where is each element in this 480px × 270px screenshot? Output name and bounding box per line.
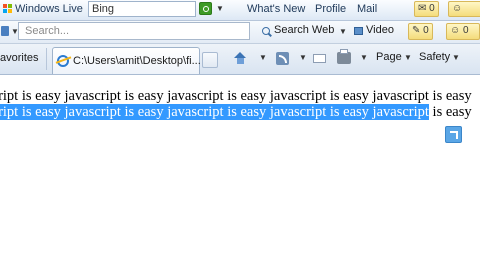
text-line-2: script is easy javascript is easy javasc…	[0, 104, 472, 121]
bing-search-input[interactable]: Bing	[88, 1, 196, 17]
accelerator-icon[interactable]	[445, 126, 462, 143]
chevron-down-icon[interactable]: ▼	[360, 53, 368, 62]
highlight-count: 0	[423, 25, 429, 36]
windows-live-logo-icon	[3, 4, 13, 15]
chevron-down-icon[interactable]: ▼	[452, 53, 460, 62]
mail-icon[interactable]	[313, 54, 326, 63]
toolbar-icon[interactable]	[1, 26, 9, 36]
search-go-button[interactable]	[199, 2, 212, 15]
page-menu-button[interactable]: Page	[376, 51, 402, 63]
video-icon[interactable]	[354, 27, 363, 35]
chevron-down-icon[interactable]: ▼	[259, 53, 267, 62]
text-line-1: script is easy javascript is easy javasc…	[0, 88, 472, 104]
profile-link[interactable]: Profile	[315, 3, 346, 15]
favorites-button[interactable]: avorites	[0, 52, 39, 64]
video-button[interactable]: Video	[366, 24, 394, 36]
messenger-badge[interactable]: ✉ 0	[414, 1, 439, 17]
selected-text[interactable]: script is easy javascript is easy javasc…	[0, 104, 429, 120]
feeds-icon[interactable]	[276, 52, 289, 65]
command-bar: avorites C:\Users\amit\Desktop\fi... ▼ ▼…	[0, 44, 480, 75]
new-tab-button[interactable]	[202, 52, 218, 68]
search-input[interactable]: Search...	[18, 22, 250, 40]
contacts-badge-2[interactable]: ☺ 0	[446, 23, 480, 40]
windows-live-title[interactable]: Windows Live	[15, 3, 83, 15]
home-icon[interactable]	[234, 52, 247, 64]
messenger-count: 0	[429, 3, 435, 14]
safety-menu-button[interactable]: Safety	[419, 51, 450, 63]
search-placeholder: Search...	[25, 25, 70, 37]
search-icon[interactable]	[262, 27, 270, 35]
chevron-down-icon[interactable]: ▼	[404, 53, 412, 62]
contacts-count: 0	[463, 25, 469, 36]
search-toolbar: ▼ Search... Search Web ▼ Video ✎ 0 ☺ 0	[0, 21, 480, 44]
windows-live-toolbar: Windows Live Bing ▼ What's New Profile M…	[0, 0, 480, 21]
bing-search-value: Bing	[92, 3, 115, 15]
mail-link[interactable]: Mail	[357, 3, 377, 15]
chevron-down-icon[interactable]: ▼	[299, 53, 307, 62]
page-content: script is easy javascript is easy javasc…	[0, 75, 480, 270]
contacts-badge[interactable]: ☺	[448, 1, 480, 17]
chevron-down-icon[interactable]: ▼	[339, 27, 347, 36]
whats-new-link[interactable]: What's New	[247, 3, 305, 15]
highlight-badge[interactable]: ✎ 0	[408, 23, 433, 40]
search-web-button[interactable]: Search Web	[274, 24, 334, 36]
browser-tab[interactable]: C:\Users\amit\Desktop\fi...	[52, 47, 201, 74]
chevron-down-icon[interactable]: ▼	[216, 4, 224, 13]
ie-icon	[57, 55, 69, 67]
print-icon[interactable]	[337, 49, 351, 64]
divider	[46, 48, 47, 70]
tab-title: C:\Users\amit\Desktop\fi...	[73, 55, 201, 67]
unselected-text: is easy	[428, 104, 472, 120]
